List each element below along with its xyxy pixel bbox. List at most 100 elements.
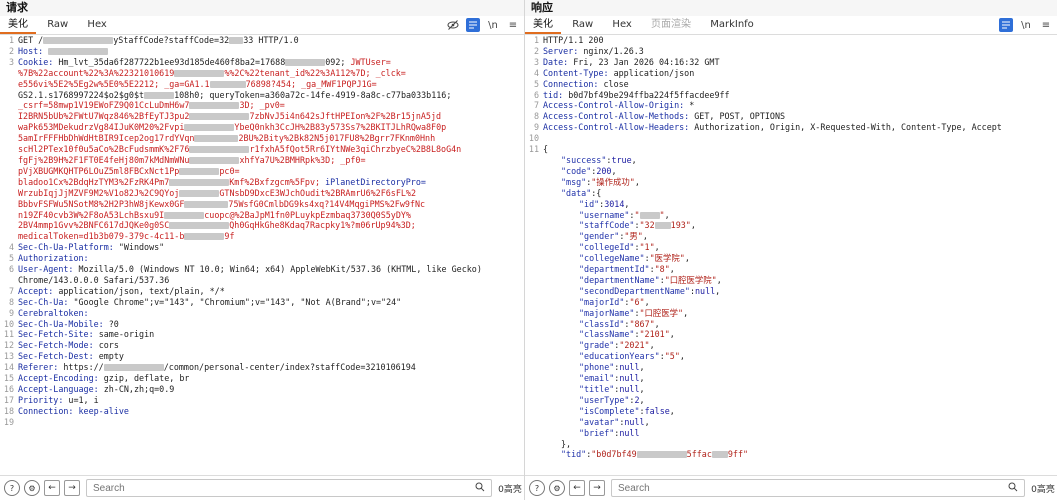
- code-token: "departmentId": [579, 264, 650, 275]
- line-number: 3: [533, 56, 539, 67]
- code-token: Cookie:: [18, 56, 59, 67]
- redacted-block: [189, 156, 240, 164]
- code-token: "departmentName": [579, 274, 660, 285]
- back-icon[interactable]: ←: [44, 480, 60, 496]
- redacted-block: [184, 124, 235, 132]
- tab-markinfo[interactable]: MarkInfo: [702, 16, 762, 34]
- code-token: fgFj%2B9H%2F1FT0E4feHj80m7kMdNmWNu: [18, 154, 190, 165]
- line-number: [525, 210, 543, 221]
- redacted-block: [164, 211, 205, 219]
- redacted-block: [174, 69, 225, 77]
- tab-raw[interactable]: Raw: [39, 16, 76, 34]
- eye-slash-icon[interactable]: [446, 18, 460, 32]
- code-token: "tid": [561, 449, 587, 460]
- code-line: 3 Date: Fri, 23 Jan 2026 04:16:32 GMT: [525, 57, 1057, 68]
- menu-icon[interactable]: ≡: [1039, 18, 1053, 32]
- code-token: ,: [634, 176, 640, 187]
- code-token: false: [644, 405, 670, 416]
- redacted-block: [189, 146, 250, 154]
- code-line: "title":null,: [525, 384, 1057, 395]
- code-token: 5ffac: [686, 449, 712, 460]
- tab-hex[interactable]: Hex: [79, 16, 114, 34]
- request-search-input[interactable]: [91, 481, 474, 495]
- line-text: Sec-Fetch-Site: same-origin: [18, 329, 154, 340]
- line-text: HTTP/1.1 200: [543, 35, 604, 46]
- code-token: Authorization, Origin, X-Requested-With,…: [694, 122, 1002, 133]
- code-line: 15 Accept-Encoding: gzip, deflate, br: [0, 373, 524, 384]
- response-editor[interactable]: 1 HTTP/1.1 200 2 Server: nginx/1.26.3 3 Date:…: [525, 35, 1057, 476]
- request-editor[interactable]: 1 GET / yStaffCode?staffCode=32 33 HTTP/1.0…: [0, 35, 524, 476]
- line-text: Access-Control-Allow-Origin: *: [543, 100, 694, 111]
- code-line: GS2.1.s1768997224$o2$g0$t 108h0; queryTok…: [0, 90, 524, 101]
- code-token: "32: [639, 220, 655, 231]
- newline-icon[interactable]: \n: [486, 18, 500, 32]
- code-token: 5amIrFFFHbDhWdHtBIR9Icep2og17rdYVqn: [18, 133, 195, 144]
- code-token: "success": [561, 154, 607, 165]
- line-number: [525, 231, 543, 242]
- tab-render[interactable]: 页面渲染: [643, 16, 699, 34]
- code-token: 193": [670, 220, 691, 231]
- line-number: 9: [533, 122, 539, 133]
- line-text: Sec-Fetch-Dest: empty: [18, 351, 124, 362]
- code-token: ": [634, 209, 640, 220]
- code-token: "id": [579, 198, 600, 209]
- code-token: "操作成功": [591, 176, 635, 187]
- code-line: 9 Access-Control-Allow-Headers: Authoriza…: [525, 122, 1057, 133]
- code-token: null: [619, 362, 640, 373]
- code-line: scHl2PTex10f0u5aCo%2BcFudsmmK%2F76 r1fxhA…: [0, 144, 524, 155]
- forward-icon[interactable]: →: [589, 480, 605, 496]
- code-token: ,: [669, 405, 675, 416]
- code-token: "口腔医学院": [664, 274, 717, 285]
- newline-icon[interactable]: \n: [1019, 18, 1033, 32]
- tab-hex[interactable]: Hex: [604, 16, 639, 34]
- line-text: Referer: https:// /common/personal-center…: [18, 362, 416, 373]
- search-icon[interactable]: [1007, 482, 1020, 495]
- help-icon[interactable]: ?: [529, 480, 545, 496]
- line-number: 11: [528, 144, 539, 155]
- line-number: [0, 155, 18, 166]
- line-number: [525, 220, 543, 231]
- settings-icon[interactable]: ⚙: [24, 480, 40, 496]
- menu-icon[interactable]: ≡: [506, 18, 520, 32]
- line-number: 7: [533, 100, 539, 111]
- code-token: %%2C%22tenant_id%22%3A112%7D; _clck=: [224, 67, 406, 78]
- back-icon[interactable]: ←: [569, 480, 585, 496]
- line-text: "email":null,: [543, 373, 645, 384]
- line-number: [0, 188, 18, 199]
- code-token: "gender": [579, 231, 620, 242]
- code-line: "collegeId":"1",: [525, 242, 1057, 253]
- line-text: e556vi%5E2%5Eg2w%5E0%5E2212; _ga=GA1.1 76…: [18, 79, 377, 90]
- search-icon[interactable]: [474, 482, 487, 495]
- response-search-input[interactable]: [616, 481, 1007, 495]
- tab-raw[interactable]: Raw: [564, 16, 601, 34]
- request-footer: ? ⚙ ← → 0高亮: [0, 475, 524, 500]
- line-text: fgFj%2B9H%2F1FT0E4feHj80m7kMdNmWNu xhfYa7…: [18, 155, 366, 166]
- tab-pretty[interactable]: 美化: [525, 16, 561, 34]
- code-token: Referer:: [18, 362, 64, 373]
- line-number: 5: [8, 253, 14, 264]
- line-text: Chrome/143.0.0.0 Safari/537.36: [18, 275, 169, 286]
- tab-pretty[interactable]: 美化: [0, 16, 36, 34]
- wrap-icon[interactable]: [999, 18, 1013, 32]
- code-token: "code": [561, 165, 592, 176]
- redacted-block: [48, 47, 109, 55]
- line-number: [525, 155, 543, 166]
- line-text: "classId":"867",: [543, 319, 660, 330]
- forward-icon[interactable]: →: [64, 480, 80, 496]
- line-number: [0, 100, 18, 111]
- settings-icon[interactable]: ⚙: [549, 480, 565, 496]
- line-text: Connection: close: [543, 79, 629, 90]
- code-line: %7B%22account%22%3A%22321010619 %%2C%22te…: [0, 68, 524, 79]
- code-token: Access-Control-Allow-Headers:: [543, 122, 695, 133]
- wrap-icon[interactable]: [466, 18, 480, 32]
- code-token: "majorId": [579, 296, 625, 307]
- code-line: "avatar":null,: [525, 417, 1057, 428]
- line-number: [525, 253, 543, 264]
- help-icon[interactable]: ?: [4, 480, 20, 496]
- code-token: ,: [644, 416, 650, 427]
- line-text: Content-Type: application/json: [543, 68, 694, 79]
- line-number: [0, 177, 18, 188]
- line-number: 2: [8, 45, 14, 56]
- redacted-block: [194, 135, 239, 143]
- code-token: Fri, 23 Jan 2026 04:16:32 GMT: [573, 56, 720, 67]
